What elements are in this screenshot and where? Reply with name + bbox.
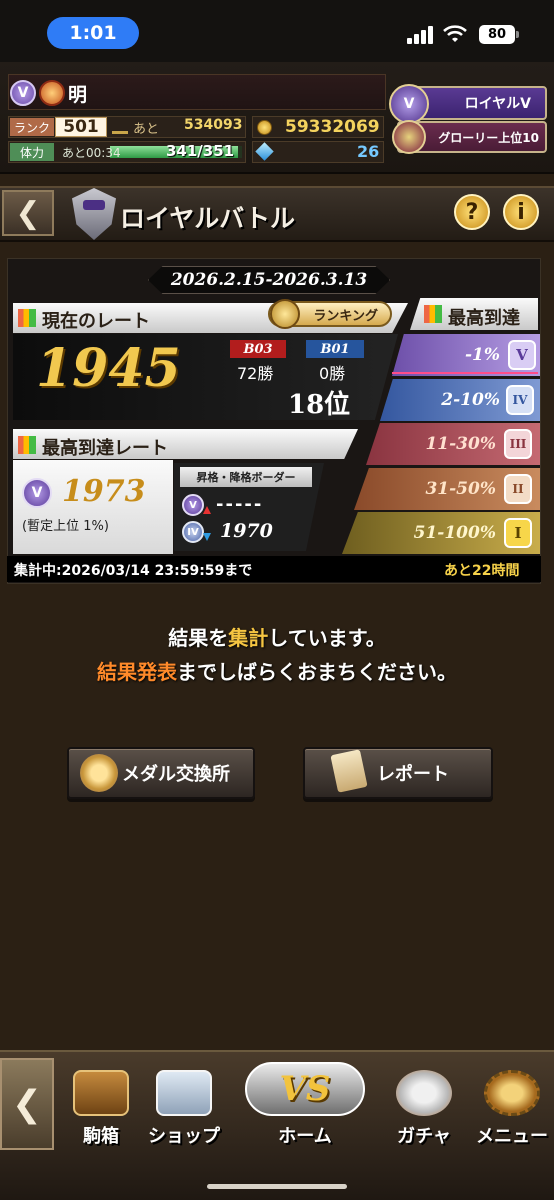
tier-icon: V xyxy=(508,340,536,370)
league-current: B03 xyxy=(230,340,286,358)
nav-gacha-label: ガチャ xyxy=(397,1126,451,1147)
demotion-border-value: 1970 xyxy=(220,520,273,542)
rank-label: ランク xyxy=(10,118,54,136)
vip-icon: V xyxy=(10,80,36,106)
message-text: しています。 xyxy=(268,626,386,650)
signal-icon xyxy=(407,26,433,44)
nav-home[interactable]: VS ホーム xyxy=(232,1060,378,1152)
help-icon[interactable]: ? xyxy=(454,194,490,230)
chart-icon xyxy=(424,305,442,323)
coin-value: 59332069 xyxy=(285,117,380,137)
stamina-value: 341/351 xyxy=(166,142,235,160)
best-rate-note: (暫定上位 1%) xyxy=(22,519,109,534)
tier-row: 2-10% IV xyxy=(380,379,540,421)
current-place: 18位 xyxy=(288,390,351,420)
exp-bar xyxy=(112,131,128,134)
tier-label: 11-30% xyxy=(425,434,496,454)
tier-label: 31-50% xyxy=(425,479,496,499)
shop-icon xyxy=(156,1070,212,1116)
info-icon[interactable]: i xyxy=(503,194,539,230)
nav-chest-label: 駒箱 xyxy=(83,1126,119,1147)
down-arrow-icon xyxy=(203,533,211,541)
gacha-icon xyxy=(396,1070,452,1116)
current-tier-marker xyxy=(392,372,538,374)
tier-icon: II xyxy=(504,474,532,504)
exp-to-next: 534093 xyxy=(184,117,243,133)
player-name: 明 xyxy=(68,84,88,106)
status-message-line2: 結果発表までしばらくおまちください。 xyxy=(0,656,554,685)
royal-emblem-icon: V xyxy=(389,84,429,124)
medal-exchange-icon xyxy=(80,754,118,792)
clock: 1:01 xyxy=(47,17,139,49)
wins-current: 72勝 xyxy=(237,364,274,383)
demotion-tier-icon: IV xyxy=(182,521,204,543)
current-rate-value: 1945 xyxy=(36,338,181,399)
peak-label: 最高到達 xyxy=(448,308,520,329)
status-message-line1: 結果を集計しています。 xyxy=(0,622,554,651)
tier-label: -1% xyxy=(464,345,500,365)
battery-icon: 80 xyxy=(479,25,519,44)
message-highlight: 結果発表 xyxy=(97,660,177,684)
message-highlight: 集計 xyxy=(228,626,269,650)
nav-menu[interactable]: メニュー xyxy=(470,1060,554,1152)
vs-icon: VS xyxy=(245,1062,365,1116)
page-title: ロイヤルバトル xyxy=(120,204,296,233)
tier-icon: III xyxy=(504,429,532,459)
wifi-icon xyxy=(443,25,467,42)
nav-shop[interactable]: ショップ xyxy=(144,1060,224,1152)
rank-value: 501 xyxy=(55,117,107,137)
tier-row: -1% V xyxy=(392,334,540,376)
tier-label: 2-10% xyxy=(441,390,500,410)
home-indicator[interactable] xyxy=(207,1184,347,1189)
message-text: 結果を xyxy=(168,626,229,650)
nav-gacha[interactable]: ガチャ xyxy=(384,1060,464,1152)
coin-icon xyxy=(257,120,272,135)
tier-row: 11-30% III xyxy=(366,423,540,465)
promotion-tier-icon: V xyxy=(182,494,204,516)
tier-icon: I xyxy=(504,518,532,548)
remaining-time: あと22時間 xyxy=(444,563,520,579)
nav-shop-label: ショップ xyxy=(148,1126,220,1147)
back-button[interactable]: ❮ xyxy=(2,190,54,236)
up-arrow-icon xyxy=(203,506,211,514)
season-period: 2026.2.15-2026.3.13 xyxy=(148,266,390,294)
border-title: 昇格・降格ボーダー xyxy=(180,467,312,487)
glory-emblem-icon xyxy=(392,120,426,154)
nav-chest[interactable]: 駒箱 xyxy=(62,1060,140,1152)
chart-icon xyxy=(18,436,36,454)
stamina-label: 体力 xyxy=(10,143,54,161)
exp-label: あと xyxy=(133,122,160,137)
promotion-border-value: ----- xyxy=(216,494,264,515)
gem-value: 26 xyxy=(357,142,380,161)
gear-icon xyxy=(484,1070,540,1116)
tier-icon: IV xyxy=(506,385,534,415)
chest-icon xyxy=(73,1070,129,1116)
best-tier-icon: V xyxy=(22,478,52,508)
nav-home-label: ホーム xyxy=(278,1126,332,1147)
wins-top: 0勝 xyxy=(319,364,346,383)
emblem-mask xyxy=(83,200,105,210)
ranking-icon xyxy=(270,299,300,329)
tier-row: 31-50% II xyxy=(354,468,540,510)
message-text: までしばらくおまちください。 xyxy=(177,660,457,684)
stamina-timer: あと00:34 xyxy=(62,146,121,160)
best-rate-label: 最高到達レート xyxy=(42,438,168,459)
nav-back-button[interactable]: ❮ xyxy=(0,1058,54,1150)
tier-label: 51-100% xyxy=(413,523,496,543)
medal-icon xyxy=(39,80,65,106)
current-rate-label: 現在のレート xyxy=(42,311,150,332)
tier-row: 51-100% I xyxy=(342,512,540,554)
league-top: B01 xyxy=(306,340,364,358)
best-rate-value: 1973 xyxy=(62,474,146,509)
nav-menu-label: メニュー xyxy=(476,1126,548,1147)
deadline-text: 集計中:2026/03/14 23:59:59まで xyxy=(14,563,253,579)
chart-icon xyxy=(18,309,36,327)
